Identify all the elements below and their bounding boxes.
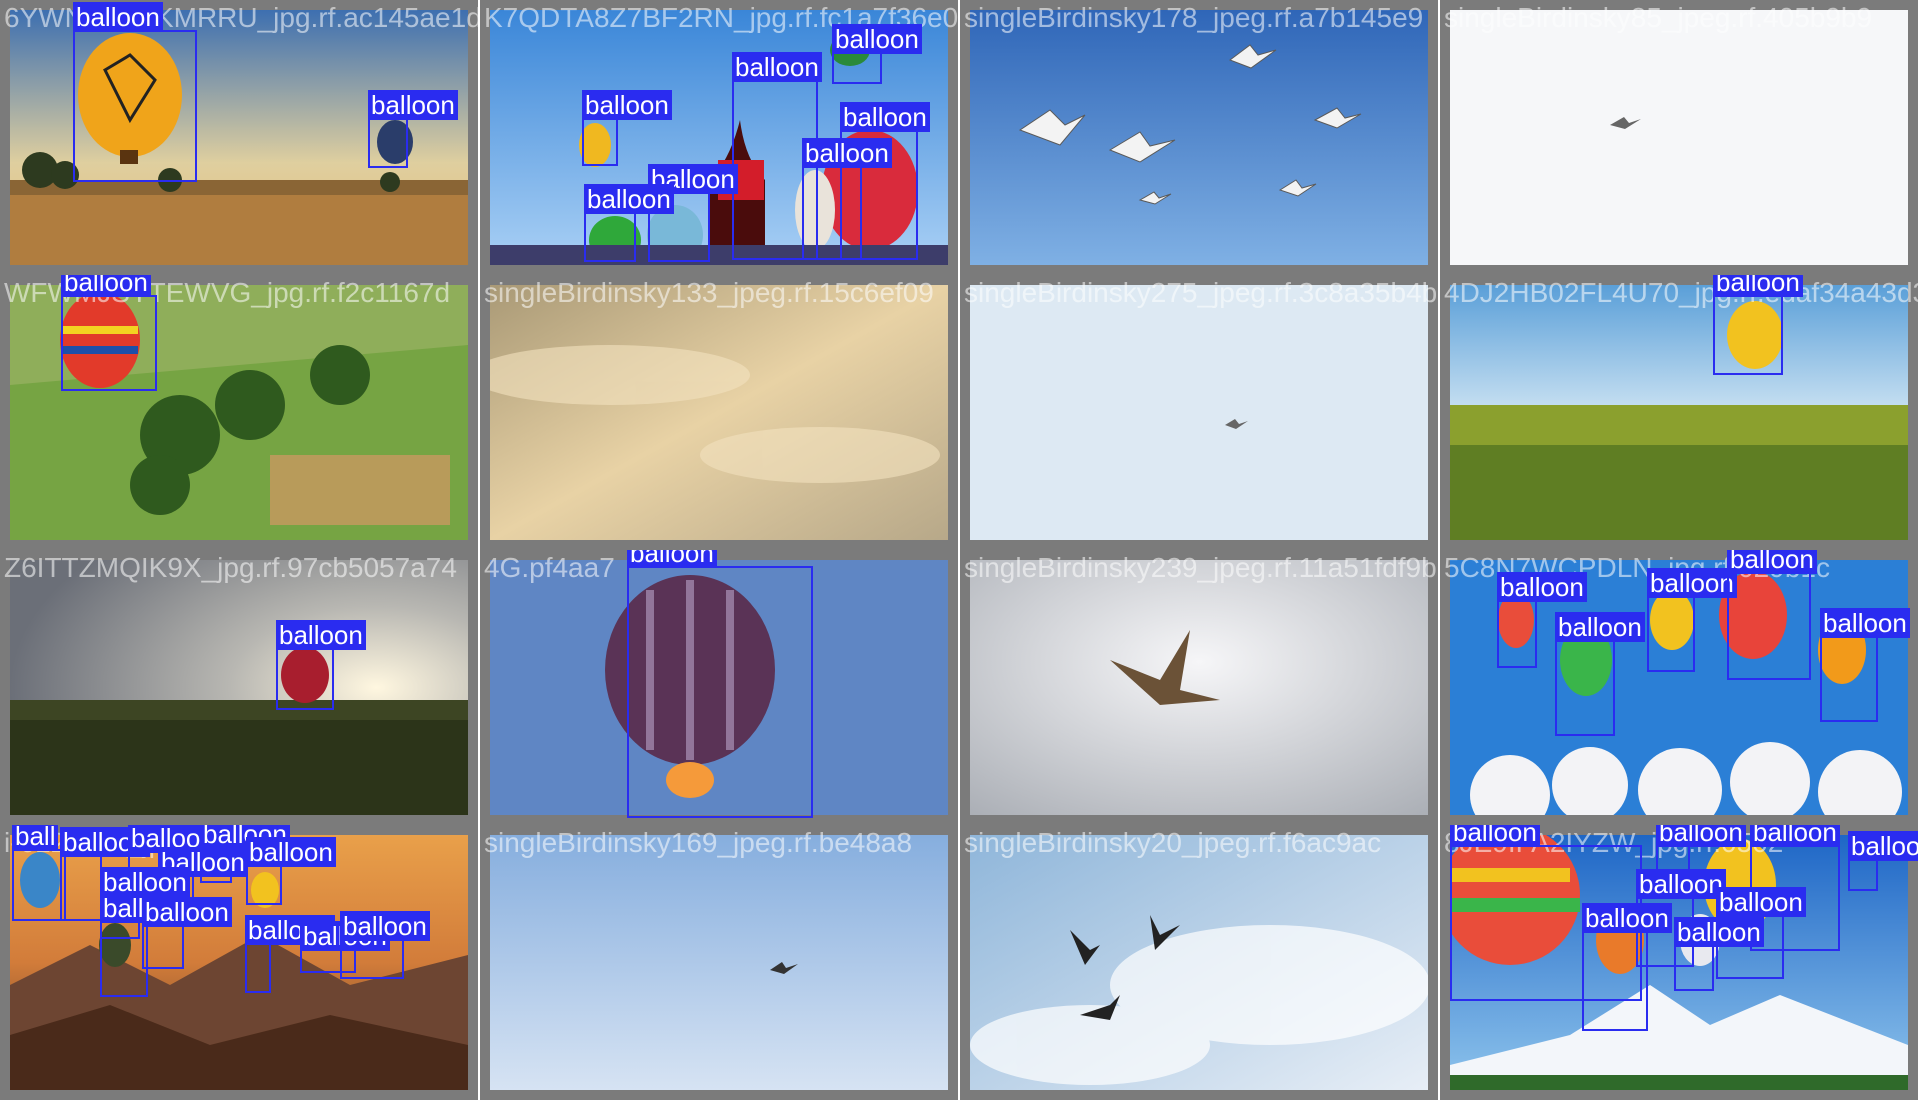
detection-label: balloon xyxy=(1750,825,1840,847)
image-tile[interactable]: 4G.pf4aa7 balloon xyxy=(480,550,958,825)
detection-box: balloon xyxy=(1582,903,1672,1031)
detection-box: balloon xyxy=(802,138,892,260)
image-filename: singleBirdinsky178_jpeg.rf.a7b145e9 xyxy=(964,2,1424,33)
detection-box: balloon xyxy=(246,837,336,905)
detection-box: balloon xyxy=(1497,572,1587,668)
detection-box: balloon xyxy=(142,897,232,969)
detection-label: balloon xyxy=(340,911,430,941)
image-tile[interactable]: Z6ITTZMQIK9X_jpg.rf.97cb5057a74 balloon xyxy=(0,550,478,825)
detection-label: balloon xyxy=(142,897,232,927)
image-tile[interactable]: i-612x612_jpg.rf5 ball balloon balloon b… xyxy=(0,825,478,1100)
detection-label: balloon xyxy=(276,620,366,650)
detection-label: balloon xyxy=(61,275,151,297)
detection-label: balloon xyxy=(1674,917,1764,947)
detection-label: balloon xyxy=(1555,612,1645,642)
detection-label: balloon xyxy=(1636,869,1726,899)
detection-label: balloon xyxy=(1656,825,1746,847)
image-tile[interactable]: WFWMJSYTEWVG_jpg.rf.f2c1167d balloon xyxy=(0,275,478,550)
image-tile[interactable]: singleBirdinsky239_jpeg.rf.11a51fdf9b xyxy=(960,550,1438,825)
detection-box: balloon xyxy=(340,911,430,979)
detection-label: balloon xyxy=(840,102,930,132)
detection-label: balloon xyxy=(1647,568,1737,598)
photo-hawk xyxy=(970,560,1428,815)
detection-box: balloon xyxy=(1727,550,1817,680)
photo-gulls xyxy=(970,10,1428,265)
photo-blue-gradient xyxy=(490,835,948,1090)
detection-label: balloon xyxy=(368,90,458,120)
detection-label: balloon xyxy=(1716,887,1806,917)
detection-label: balloon xyxy=(582,90,672,120)
detection-box: balloon xyxy=(1848,831,1918,891)
image-filename: 4DJ2HB02FL4U70_jpg.rf.edaf34a43d3 xyxy=(1444,277,1918,308)
image-tile[interactable]: singleBirdinsky178_jpeg.rf.a7b145e9 xyxy=(960,0,1438,275)
image-filename: singleBirdinsky85_jpeg.rf.405b9b9 xyxy=(1444,2,1873,33)
detection-label: balloon xyxy=(627,550,717,568)
image-tile[interactable]: singleBirdinsky85_jpeg.rf.405b9b9 xyxy=(1440,0,1918,275)
detection-box: balloon xyxy=(61,275,157,391)
image-tile[interactable]: singleBirdinsky133_jpeg.rf.15c6ef09 xyxy=(480,275,958,550)
detection-box: balloon xyxy=(100,893,190,997)
image-filename: singleBirdinsky133_jpeg.rf.15c6ef09 xyxy=(484,277,934,308)
detection-result-grid: 6YWNBLDLKMRRU_jpg.rf.ac145ae1d7 balloon … xyxy=(0,0,1920,1100)
detection-label: balloon xyxy=(1582,903,1672,933)
detection-box: balloon xyxy=(1647,568,1737,672)
detection-label: balloon xyxy=(802,138,892,168)
detection-label: balloon xyxy=(732,52,822,82)
detection-box: balloon xyxy=(1820,608,1910,722)
detection-label: balloon xyxy=(1713,275,1803,297)
photo-white-sky xyxy=(1450,10,1908,265)
image-filename: 4G.pf4aa7 xyxy=(484,552,615,583)
detection-box: balloon xyxy=(73,2,197,182)
detection-label: balloon xyxy=(584,184,674,214)
photo-pale-sky xyxy=(970,285,1428,540)
detection-label: balloon xyxy=(1497,572,1587,602)
photo-birds-clouds xyxy=(970,835,1428,1090)
image-filename: singleBirdinsky20_jpeg.rf.f6ac9ac xyxy=(964,827,1382,858)
image-filename: Z6ITTZMQIK9X_jpg.rf.97cb5057a74 xyxy=(4,552,457,583)
detection-label: balloon xyxy=(1727,550,1817,574)
detection-box: balloon xyxy=(584,184,674,262)
image-tile[interactable]: 6YWNBLDLKMRRU_jpg.rf.ac145ae1d7 balloon … xyxy=(0,0,478,275)
photo-cloudy-sepia xyxy=(490,285,948,540)
detection-box: balloon xyxy=(1555,612,1645,736)
image-tile[interactable]: singleBirdinsky169_jpeg.rf.be48a8 xyxy=(480,825,958,1100)
image-tile[interactable]: K7QDTA8Z7BF2RN_jpg.rf.fc1a7f36e06 balloo… xyxy=(480,0,958,275)
detection-box: balloon xyxy=(1674,917,1764,991)
detection-label: balloon xyxy=(246,837,336,867)
detection-box: balloon xyxy=(832,24,922,84)
detection-label: balloon xyxy=(832,24,922,54)
detection-box: balloon xyxy=(627,550,813,818)
detection-box: balloon xyxy=(276,620,366,710)
image-filename: singleBirdinsky275_jpeg.rf.3c8a35b4b xyxy=(964,277,1438,308)
image-filename: singleBirdinsky169_jpeg.rf.be48a8 xyxy=(484,827,913,858)
detection-box: ball xyxy=(12,825,66,921)
image-filename: singleBirdinsky239_jpeg.rf.11a51fdf9b xyxy=(964,552,1437,583)
detection-box: balloon xyxy=(1713,275,1803,375)
photo-valley xyxy=(1450,285,1908,540)
image-tile[interactable]: 8JE9IFA2IYZW_jpg.rf.0502 balloon balloon… xyxy=(1440,825,1918,1100)
photo-sunset-field xyxy=(10,560,468,815)
detection-label: balloon xyxy=(73,2,163,32)
detection-box: balloon xyxy=(368,90,458,168)
detection-label: balloon xyxy=(1820,608,1910,638)
detection-box: balloon xyxy=(60,827,150,921)
image-tile[interactable]: 5C8N7WCPDLN_jpg.rf.029b1c balloon balloo… xyxy=(1440,550,1918,825)
image-tile[interactable]: singleBirdinsky275_jpeg.rf.3c8a35b4b xyxy=(960,275,1438,550)
detection-label: balloon xyxy=(1450,825,1540,847)
image-tile[interactable]: singleBirdinsky20_jpeg.rf.f6ac9ac xyxy=(960,825,1438,1100)
detection-box: balloon xyxy=(245,915,335,993)
detection-box: balloon xyxy=(582,90,672,166)
image-tile[interactable]: 4DJ2HB02FL4U70_jpg.rf.edaf34a43d3 balloo… xyxy=(1440,275,1918,550)
detection-label: ball xyxy=(12,825,59,851)
detection-label: balloon xyxy=(1848,831,1918,861)
